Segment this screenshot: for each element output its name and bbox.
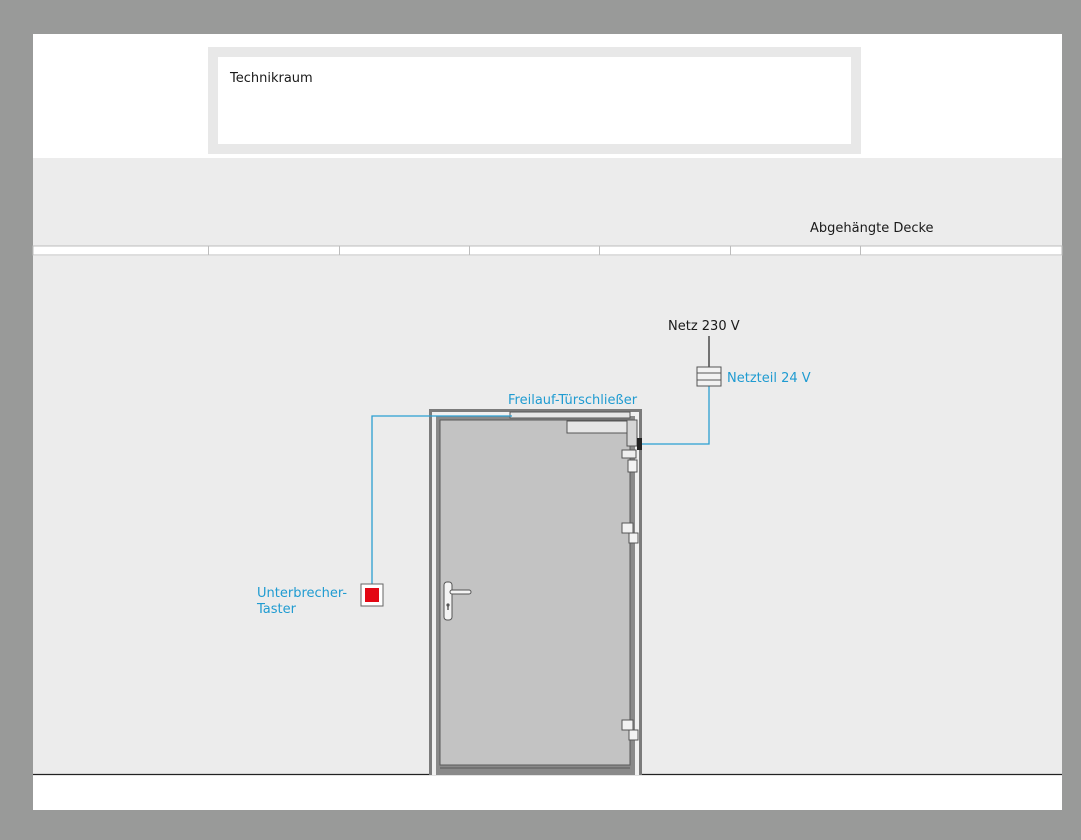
door-closer-body (566, 420, 629, 434)
keyhole-slot (447, 605, 449, 610)
hinge-mid-b (628, 532, 639, 544)
hinge-mid-a (621, 522, 634, 534)
door-closer-label: Freilauf-Türschließer (508, 393, 638, 408)
closer-slide-rail (509, 411, 631, 419)
interrupter-button (365, 588, 379, 602)
door-installation-diagram: Technikraum Abgehängte Decke Netz 230 V … (0, 0, 1081, 836)
button-label-line1: Unterbrecher- (257, 586, 347, 601)
button-label-line2: Taster (256, 602, 297, 617)
hinge-bottom-a (621, 719, 634, 731)
ceiling-grid-rail (32, 245, 1063, 256)
hinge-bottom-b (628, 729, 639, 741)
handle-escutcheon (443, 581, 453, 621)
psu-housing (696, 366, 722, 387)
closer-arm-housing (626, 419, 638, 447)
power-supply-unit (696, 366, 722, 387)
title-box (218, 57, 851, 144)
room-title: Technikraum (229, 71, 313, 86)
diagram-canvas: Technikraum Abgehängte Decke Netz 230 V … (0, 0, 1081, 836)
closer-bracket (621, 449, 637, 459)
ceiling-label: Abgehängte Decke (810, 221, 934, 236)
closer-connector (637, 438, 642, 450)
hinge-top (627, 459, 638, 473)
handle-lever (449, 589, 472, 595)
mains-label: Netz 230 V (668, 319, 740, 334)
power-supply-label: Netzteil 24 V (727, 371, 811, 386)
